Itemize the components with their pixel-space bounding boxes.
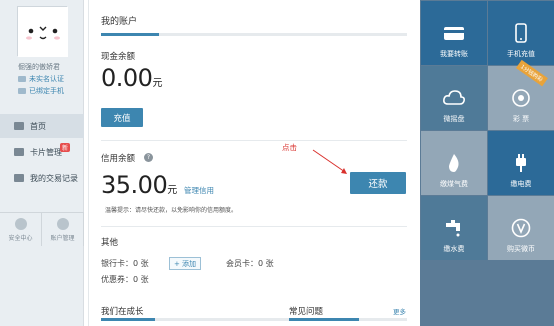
tile-label: 彩 票 (512, 115, 530, 123)
sidebar-item-home[interactable]: 首页 (0, 114, 84, 138)
new-badge: 新 (59, 143, 70, 152)
service-tiles: 我要转账 手机充值 微摇盘 彩 票 1分钱购彩 缴煤气费 缴电费 缴水费 购买微… (420, 0, 554, 326)
sidebar-item-cards[interactable]: 卡片管理 新 (0, 140, 84, 164)
verify-phone-link[interactable]: 已绑定手机 (18, 86, 64, 96)
credit-amount-value: 35.00 (101, 171, 168, 199)
account-panel: 我的账户 现金余额 0.00元 充值 信用余额 ? 35.00元 管理信用 温馨… (88, 0, 414, 326)
phone-icon (515, 23, 527, 43)
member-card-count: 会员卡：0 张 (226, 259, 274, 268)
manage-credit-link[interactable]: 管理信用 (184, 185, 214, 196)
plug-icon (516, 154, 526, 172)
tile-label: 我要转账 (440, 50, 468, 58)
tile-water-bill[interactable]: 缴水费 (421, 196, 487, 260)
lottery-icon (512, 89, 530, 107)
tile-label: 购买微币 (507, 245, 535, 253)
recharge-button[interactable]: 充值 (101, 108, 143, 127)
id-card-icon (18, 76, 26, 82)
tile-label: 缴电费 (510, 180, 532, 188)
tile-gas-bill[interactable]: 缴煤气费 (421, 131, 487, 195)
credit-balance-label: 信用余额 (101, 154, 136, 164)
cash-amount-value: 0.00 (101, 64, 153, 92)
flame-icon (449, 154, 459, 172)
account-management-button[interactable]: 账户管理 (42, 213, 84, 246)
repay-tip: 温馨提示：请尽快还款，以免影响你的信用额度。 (105, 207, 238, 214)
user-icon (56, 217, 69, 230)
tile-phone-recharge[interactable]: 手机充值 (488, 1, 554, 65)
cloud-icon (443, 90, 465, 105)
cash-balance-label: 现金余额 (101, 52, 136, 62)
click-annotation: 点击 (282, 143, 297, 152)
growth-title: 我们在成长 (101, 307, 144, 317)
phone-small-icon (18, 88, 26, 94)
credit-unit: 元 (167, 185, 177, 196)
sidebar-item-label: 首页 (30, 121, 46, 131)
security-center-button[interactable]: 安全中心 (0, 213, 42, 246)
faucet-icon (446, 220, 460, 237)
card-icon (14, 148, 24, 156)
tile-label: 微摇盘 (443, 115, 465, 123)
divider (101, 140, 407, 141)
sidebar-item-label: 卡片管理 (30, 147, 62, 157)
account-title-underline (101, 33, 407, 36)
list-icon (14, 174, 24, 182)
tile-cloud-disk[interactable]: 微摇盘 (421, 66, 487, 130)
sidebar-item-label: 我的交易记录 (30, 173, 78, 183)
bank-card-count: 银行卡：0 张 (101, 259, 149, 268)
sidebar-item-transactions[interactable]: 我的交易记录 (0, 166, 84, 190)
verify-phone-label: 已绑定手机 (29, 87, 64, 95)
tile-buy-coins[interactable]: 购买微币 (488, 196, 554, 260)
sidebar-bottom-tiles: 安全中心 账户管理 (0, 212, 84, 246)
verify-name-label: 未实名认证 (29, 75, 64, 83)
tile-label: 缴煤气费 (440, 180, 468, 188)
tile-label: 缴水费 (443, 245, 465, 253)
home-icon (14, 122, 24, 130)
annotation-arrow-icon (312, 149, 347, 174)
avatar-face-icon (18, 7, 68, 57)
avatar[interactable] (17, 6, 68, 57)
security-center-label: 安全中心 (8, 234, 33, 242)
cash-unit: 元 (152, 78, 162, 89)
faq-more-link[interactable]: 更多 (393, 306, 406, 316)
faq-title: 常见问题 (289, 307, 324, 317)
credit-balance-amount: 35.00元 (101, 171, 177, 199)
growth-title-underline (101, 318, 265, 321)
left-sidebar: 倔强的傲娇君 未实名认证 已绑定手机 首页 卡片管理 新 我的交易记录 安全中心… (0, 0, 84, 326)
faq-title-underline (261, 318, 407, 321)
coin-icon (511, 218, 531, 238)
tile-transfer[interactable]: 我要转账 (421, 1, 487, 65)
repay-button[interactable]: 还款 (350, 172, 406, 194)
tile-electricity-bill[interactable]: 缴电费 (488, 131, 554, 195)
account-title: 我的账户 (101, 17, 138, 27)
shield-icon (14, 217, 27, 230)
coupon-count: 优惠券：0 张 (101, 275, 149, 284)
verify-name-link[interactable]: 未实名认证 (18, 74, 64, 84)
divider (101, 226, 407, 227)
help-icon[interactable]: ? (144, 153, 153, 162)
other-title: 其他 (101, 238, 119, 248)
username[interactable]: 倔强的傲娇君 (18, 62, 60, 72)
wallet-icon (444, 27, 464, 40)
add-card-button[interactable]: + 添加 (169, 257, 201, 270)
account-management-label: 账户管理 (50, 234, 75, 242)
cash-balance-amount: 0.00元 (101, 64, 162, 92)
tile-label: 手机充值 (507, 50, 535, 58)
